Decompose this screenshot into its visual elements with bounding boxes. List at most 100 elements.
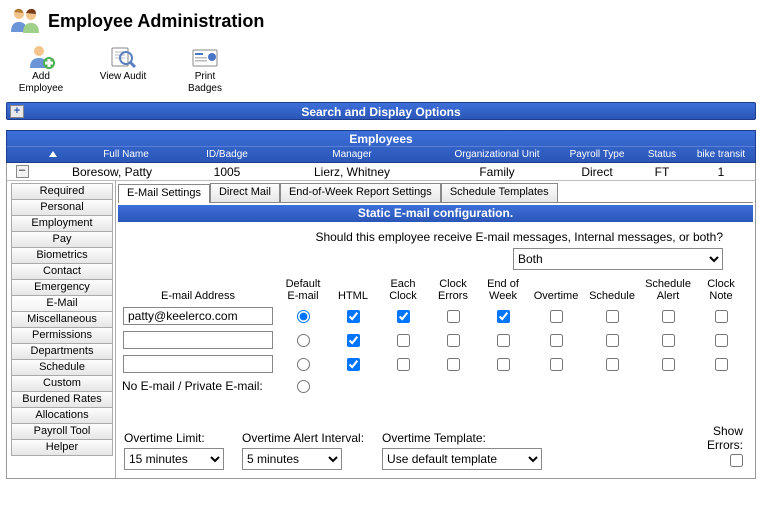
email-input-2[interactable] xyxy=(123,355,273,373)
sidebar-tab-personal[interactable]: Personal xyxy=(11,199,113,216)
grid-h-schedule: Schedule xyxy=(584,290,640,306)
cell-id: 1005 xyxy=(187,165,267,179)
email-row xyxy=(118,354,753,378)
check-r1-c6[interactable] xyxy=(662,334,675,347)
sort-asc-icon xyxy=(49,151,57,157)
cell-payroll: Direct xyxy=(557,165,637,179)
check-r1-c5[interactable] xyxy=(606,334,619,347)
tab-direct-mail[interactable]: Direct Mail xyxy=(210,183,280,202)
toolbar-label: View Audit xyxy=(100,71,147,83)
check-r1-c7[interactable] xyxy=(715,334,728,347)
default-email-radio-0[interactable] xyxy=(297,310,310,323)
overtime-limit-select[interactable]: 15 minutes xyxy=(124,448,224,470)
section-title: Static E-mail configuration. xyxy=(118,205,753,222)
employee-columns: Full Name ID/Badge Manager Organizationa… xyxy=(7,147,755,162)
overtime-template-select[interactable]: Use default template xyxy=(382,448,542,470)
sidebar-tab-biometrics[interactable]: Biometrics xyxy=(11,247,113,264)
search-display-bar: + Search and Display Options xyxy=(6,102,756,120)
tab-end-of-week-report-settings[interactable]: End-of-Week Report Settings xyxy=(280,183,441,202)
cell-status: FT xyxy=(637,165,687,179)
tab-schedule-templates[interactable]: Schedule Templates xyxy=(441,183,558,202)
check-r0-c2[interactable] xyxy=(447,310,460,323)
show-errors-checkbox[interactable] xyxy=(730,454,743,467)
check-r1-c0[interactable] xyxy=(347,334,360,347)
print-badges-button[interactable]: Print Badges xyxy=(176,43,234,94)
sidebar-tab-allocations[interactable]: Allocations xyxy=(11,407,113,424)
col-manager[interactable]: Manager xyxy=(267,149,437,160)
col-full-name[interactable]: Full Name xyxy=(37,149,187,160)
no-email-label: No E-mail / Private E-mail: xyxy=(118,380,278,394)
sidebar-tab-burdened-rates[interactable]: Burdened Rates xyxy=(11,391,113,408)
expand-search-button[interactable]: + xyxy=(10,105,24,118)
check-r2-c4[interactable] xyxy=(550,358,563,371)
default-email-radio-none[interactable] xyxy=(297,380,310,393)
check-r2-c2[interactable] xyxy=(447,358,460,371)
page-title: Employee Administration xyxy=(48,11,264,32)
email-input-1[interactable] xyxy=(123,331,273,349)
check-r2-c3[interactable] xyxy=(497,358,510,371)
add-employee-icon xyxy=(25,43,57,71)
check-r1-c2[interactable] xyxy=(447,334,460,347)
sidebar-tab-contact[interactable]: Contact xyxy=(11,263,113,280)
check-r2-c1[interactable] xyxy=(397,358,410,371)
sidebar-tab-departments[interactable]: Departments xyxy=(11,343,113,360)
search-bar-label: Search and Display Options xyxy=(301,105,460,119)
check-r2-c7[interactable] xyxy=(715,358,728,371)
check-r0-c1[interactable] xyxy=(397,310,410,323)
col-id-badge[interactable]: ID/Badge xyxy=(187,149,267,160)
sidebar-tab-e-mail[interactable]: E-Mail xyxy=(11,295,113,312)
show-errors-label: Show Errors: xyxy=(707,424,743,452)
sidebar-tab-payroll-tool[interactable]: Payroll Tool xyxy=(11,423,113,440)
view-audit-button[interactable]: View Audit xyxy=(94,43,152,94)
check-r0-c5[interactable] xyxy=(606,310,619,323)
default-email-radio-1[interactable] xyxy=(297,334,310,347)
grid-h-eachclock: Each Clock xyxy=(378,278,428,306)
grid-h-endweek: End of Week xyxy=(478,278,528,306)
cell-org-unit: Family xyxy=(437,165,557,179)
check-r0-c4[interactable] xyxy=(550,310,563,323)
sidebar-tab-pay[interactable]: Pay xyxy=(11,231,113,248)
col-payroll[interactable]: Payroll Type xyxy=(557,149,637,160)
overtime-alert-select[interactable]: 5 minutes xyxy=(242,448,342,470)
cell-bike: 1 xyxy=(687,165,755,179)
check-r0-c7[interactable] xyxy=(715,310,728,323)
employee-row[interactable]: – Boresow, Patty 1005 Lierz, Whitney Fam… xyxy=(6,163,756,181)
grid-h-overtime: Overtime xyxy=(528,290,584,306)
col-bike-transit[interactable]: bike transit xyxy=(687,149,755,160)
col-status[interactable]: Status xyxy=(637,149,687,160)
default-email-radio-2[interactable] xyxy=(297,358,310,371)
toolbar-label: Add Employee xyxy=(19,71,63,94)
col-org-unit[interactable]: Organizational Unit xyxy=(437,149,557,160)
email-row xyxy=(118,306,753,330)
grid-h-clocknote: Clock Note xyxy=(696,278,746,306)
email-input-0[interactable] xyxy=(123,307,273,325)
sidebar-tab-permissions[interactable]: Permissions xyxy=(11,327,113,344)
tab-e-mail-settings[interactable]: E-Mail Settings xyxy=(118,184,210,203)
sidebar-tab-helper[interactable]: Helper xyxy=(11,439,113,456)
check-r2-c0[interactable] xyxy=(347,358,360,371)
check-r1-c4[interactable] xyxy=(550,334,563,347)
collapse-row-button[interactable]: – xyxy=(16,165,29,178)
check-r2-c6[interactable] xyxy=(662,358,675,371)
sidebar-tab-required[interactable]: Required xyxy=(11,183,113,200)
employees-title: Employees xyxy=(7,131,755,147)
people-icon xyxy=(8,6,42,37)
badge-icon xyxy=(189,43,221,71)
check-r0-c3[interactable] xyxy=(497,310,510,323)
check-r0-c6[interactable] xyxy=(662,310,675,323)
sidebar-tab-schedule[interactable]: Schedule xyxy=(11,359,113,376)
sidebar-tab-miscellaneous[interactable]: Miscellaneous xyxy=(11,311,113,328)
toolbar-label: Print Badges xyxy=(188,71,222,94)
grid-h-clockerr: Clock Errors xyxy=(428,278,478,306)
check-r0-c0[interactable] xyxy=(347,310,360,323)
receive-select[interactable]: Both xyxy=(513,248,723,270)
check-r1-c3[interactable] xyxy=(497,334,510,347)
overtime-template-label: Overtime Template: xyxy=(382,431,542,445)
add-employee-button[interactable]: Add Employee xyxy=(12,43,70,94)
sidebar-tab-emergency[interactable]: Emergency xyxy=(11,279,113,296)
check-r1-c1[interactable] xyxy=(397,334,410,347)
check-r2-c5[interactable] xyxy=(606,358,619,371)
overtime-alert-label: Overtime Alert Interval: xyxy=(242,431,364,445)
sidebar-tab-employment[interactable]: Employment xyxy=(11,215,113,232)
sidebar-tab-custom[interactable]: Custom xyxy=(11,375,113,392)
